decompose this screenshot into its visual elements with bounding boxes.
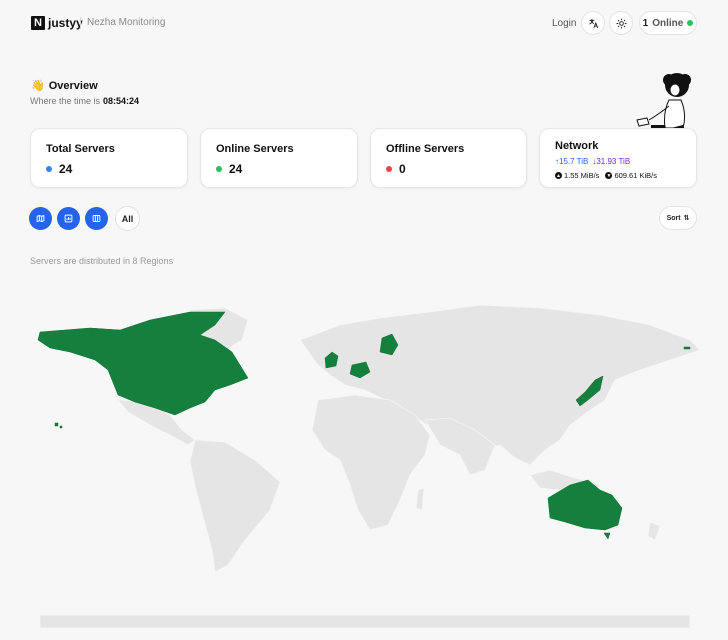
card-title: Online Servers xyxy=(216,143,294,155)
total-servers-card: Total Servers 24 xyxy=(30,128,188,188)
overview-title: 👋 Overview xyxy=(31,79,98,93)
network-traffic: ↑15.7 TiB ↓31.93 TiB xyxy=(555,157,630,166)
card-value-row: 0 xyxy=(386,162,406,176)
sort-label: Sort xyxy=(666,214,681,222)
card-value-row: 24 xyxy=(46,162,72,176)
card-value: 24 xyxy=(59,162,73,176)
online-servers-card: Online Servers 24 xyxy=(200,128,358,188)
online-indicator[interactable]: 1 Online xyxy=(639,11,697,35)
map-icon xyxy=(36,214,45,223)
region-hawaii xyxy=(54,422,63,429)
card-title: Network xyxy=(555,140,599,152)
language-button[interactable] xyxy=(581,11,605,35)
status-dot xyxy=(216,166,222,172)
overview-heading: Overview xyxy=(48,79,98,92)
grid-view-button[interactable] xyxy=(85,207,108,230)
translate-icon xyxy=(588,18,598,28)
card-value: 24 xyxy=(229,162,243,176)
chart-icon xyxy=(64,214,73,223)
site-subtitle: Nezha Monitoring xyxy=(87,17,166,28)
time-label: Where the time is xyxy=(30,96,101,106)
time-value: 08:54:24 xyxy=(103,96,140,106)
chart-view-button[interactable] xyxy=(57,207,80,230)
offline-servers-card: Offline Servers 0 xyxy=(370,128,527,188)
upload-speed: ▲ 1.55 MiB/s xyxy=(555,171,599,180)
card-value-row: 24 xyxy=(216,162,242,176)
logo-icon[interactable]: N xyxy=(31,16,45,30)
regions-summary: Servers are distributed in 8 Regions xyxy=(30,256,174,266)
theme-toggle-button[interactable] xyxy=(609,11,633,35)
network-card: Network ↑15.7 TiB ↓31.93 TiB ▲ 1.55 MiB/… xyxy=(539,128,697,188)
region-tasmania xyxy=(603,532,611,540)
card-title: Offline Servers xyxy=(386,143,465,155)
world-map[interactable] xyxy=(0,290,728,635)
columns-icon xyxy=(92,215,101,222)
online-status-dot xyxy=(687,20,694,26)
network-speed: ▲ 1.55 MiB/s ▼ 609.61 KiB/s xyxy=(555,171,657,180)
online-count: 1 xyxy=(642,17,649,29)
upload-total: ↑15.7 TiB xyxy=(555,157,589,166)
download-speed: ▼ 609.61 KiB/s xyxy=(605,171,657,180)
card-value: 0 xyxy=(399,162,406,176)
upload-arrow-icon: ▲ xyxy=(555,172,562,179)
download-total: ↓31.93 TiB xyxy=(592,157,631,166)
brand-name[interactable]: justyy xyxy=(48,16,83,30)
header-divider xyxy=(80,17,81,29)
map-view-button[interactable] xyxy=(29,207,52,230)
overview-time: Where the time is 08:54:24 xyxy=(30,96,139,106)
sun-icon xyxy=(615,17,627,29)
download-arrow-icon: ▼ xyxy=(605,172,613,179)
download-speed-value: 609.61 KiB/s xyxy=(614,171,657,180)
wave-icon: 👋 xyxy=(31,80,45,92)
filter-all-button[interactable]: All xyxy=(115,206,140,231)
header: N justyy Nezha Monitoring Login 1 Online xyxy=(0,0,728,46)
sort-arrows-icon: ⇅ xyxy=(683,215,690,222)
login-link[interactable]: Login xyxy=(552,18,576,29)
sort-button[interactable]: Sort ⇅ xyxy=(659,206,697,230)
status-dot xyxy=(386,166,392,172)
status-dot xyxy=(46,166,52,172)
online-label: Online xyxy=(652,17,684,29)
card-title: Total Servers xyxy=(46,143,115,155)
upload-speed-value: 1.55 MiB/s xyxy=(564,171,600,180)
